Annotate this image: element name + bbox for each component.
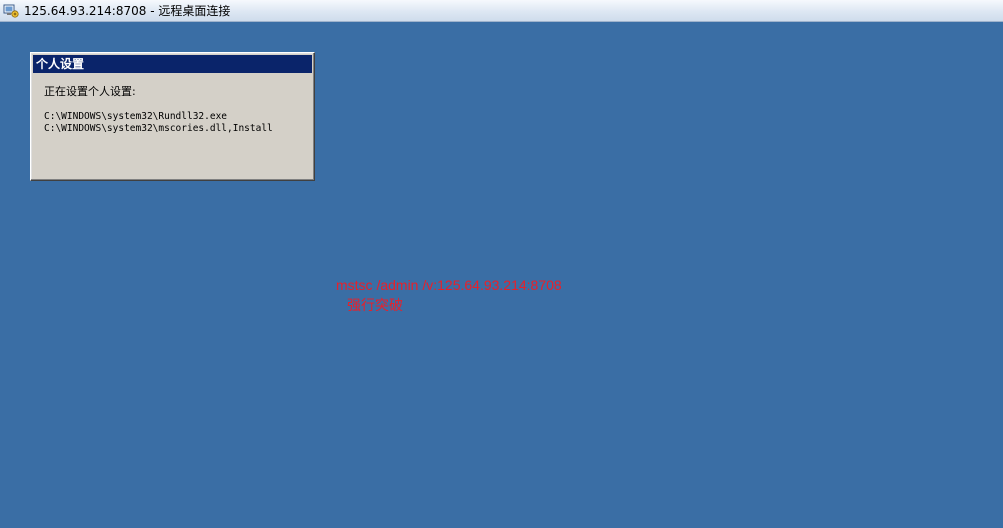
remote-desktop-area[interactable]: 个人设置 正在设置个人设置: C:\WINDOWS\system32\Rundl…: [0, 22, 1003, 528]
remote-desktop-icon[interactable]: [3, 3, 19, 19]
dialog-body: 正在设置个人设置: C:\WINDOWS\system32\Rundll32.e…: [33, 73, 312, 135]
window-title-bar[interactable]: 125.64.93.214:8708 - 远程桌面连接: [0, 0, 1003, 22]
dialog-status-text: 正在设置个人设置:: [44, 85, 136, 98]
annotation-caption-text: 强行突破: [347, 298, 403, 314]
dialog-command-line: C:\WINDOWS\system32\mscories.dll,Install: [44, 123, 273, 134]
window-title: 125.64.93.214:8708 - 远程桌面连接: [24, 4, 231, 18]
dialog-command-line: C:\WINDOWS\system32\Rundll32.exe: [44, 111, 228, 122]
annotation-command-text: mstsc /admin /v:125.64.93.214:8708: [336, 277, 562, 293]
personal-settings-dialog: 个人设置 正在设置个人设置: C:\WINDOWS\system32\Rundl…: [30, 52, 315, 181]
dialog-caption: 个人设置: [33, 55, 312, 73]
